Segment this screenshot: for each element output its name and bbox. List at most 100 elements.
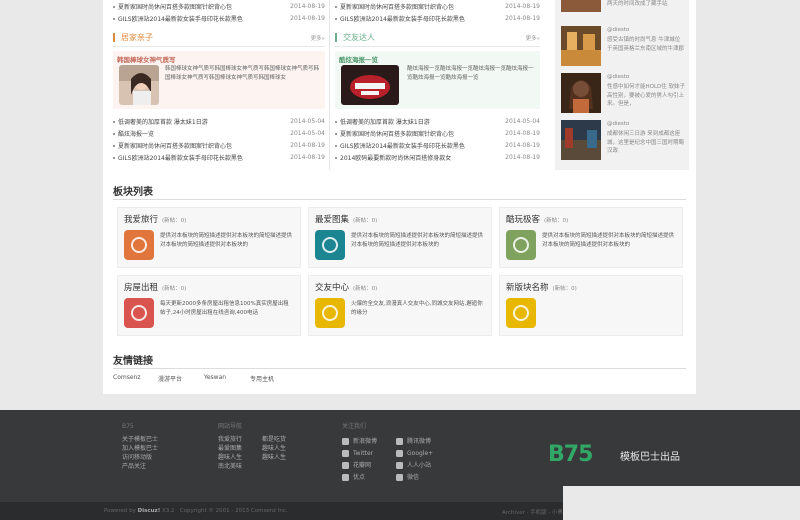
- list-item[interactable]: 2014欧码最要新款时尚休闲百搭修身款女 2014-08-19: [335, 151, 540, 163]
- post-thumbnail[interactable]: [561, 73, 601, 113]
- more-link[interactable]: 更多»: [526, 34, 540, 42]
- footer-link[interactable]: 南北美味: [218, 462, 248, 471]
- footer-link[interactable]: 关于模板巴士: [122, 435, 158, 444]
- list-item[interactable]: 夏新家国时尚休闲百搭多款图案针织背心包 2014-08-19: [113, 139, 325, 151]
- weibo-link[interactable]: 新浪微博: [342, 435, 394, 447]
- footer-link[interactable]: 最爱图集: [218, 444, 248, 453]
- more-link[interactable]: 更多»: [311, 34, 325, 42]
- post-thumbnail[interactable]: [561, 26, 601, 66]
- list-item[interactable]: 低调奢美的加厚首款 瀑太妹1日游 2014-05-04: [113, 115, 325, 127]
- board-card[interactable]: 新版块名称 (新帖：0): [499, 275, 683, 336]
- board-card[interactable]: 我爱旅行 (新帖：0) 提供对本板块的简短描述提供对本板块的简短描述提供对本板块的…: [117, 207, 301, 268]
- list-item[interactable]: 夏新家国时尚休闲百搭多款图案针织背心包 2014-08-19: [335, 127, 540, 139]
- weibo-icon: [342, 437, 349, 445]
- post-thumbnail[interactable]: [561, 120, 601, 160]
- board-card[interactable]: 交友中心 (新帖：0) 火爆的全交友,浪漫真人交友中心,同城交友网站,邂逅你的缘分: [308, 275, 492, 336]
- twitter-icon: [342, 449, 349, 457]
- twitter-link[interactable]: Twitter: [342, 447, 394, 459]
- featured-thumbnail[interactable]: [119, 65, 159, 105]
- board-name[interactable]: 最爱图集: [315, 215, 349, 225]
- heart-icon[interactable]: [315, 298, 345, 328]
- main-content: 夏新家国时尚休闲百搭多款图案针织背心包 2014-08-19 GILS欧洲站201…: [103, 0, 696, 394]
- list-item[interactable]: GILS欧洲站2014最新款女装手母印花长款黑色 2014-08-19: [335, 139, 540, 151]
- featured-title[interactable]: 韩国棒球女神气质写: [117, 54, 176, 64]
- list-item[interactable]: 夏新家国时尚休闲百搭多款图案针织背心包 2014-08-19: [335, 0, 540, 12]
- section-header: 居家亲子 更多»: [113, 29, 325, 47]
- renren-icon: [396, 461, 403, 469]
- friend-link[interactable]: 漫游平台: [158, 374, 204, 383]
- wechat-link[interactable]: 微信: [396, 471, 448, 483]
- footer-link[interactable]: 趣味人生: [262, 453, 286, 462]
- post-author[interactable]: @diesto: [607, 74, 629, 80]
- featured-post[interactable]: 韩国棒球女神气质写 韩国棒球女神气质写韩国棒球女神气质写韩国棒球女神气质写韩国棒…: [113, 51, 325, 109]
- board-name[interactable]: 酷玩极客: [506, 215, 540, 225]
- google-plus-link[interactable]: Google+: [396, 447, 448, 459]
- board-new-count: (新帖：0): [353, 218, 378, 224]
- post-thumbnail[interactable]: [561, 0, 601, 12]
- camera-icon[interactable]: [315, 230, 345, 260]
- board-name[interactable]: 我爱旅行: [124, 215, 158, 225]
- post-author[interactable]: @diesto: [607, 27, 629, 33]
- footer-link[interactable]: 访问移动版: [122, 453, 158, 462]
- featured-title[interactable]: 酷炫海报一览: [339, 54, 378, 64]
- section-news-list: 低调奢美的加厚首款 瀑太妹1日游 2014-05-04 夏新家国时尚休闲百搭多款图…: [335, 115, 540, 163]
- board-description: 火爆的全交友,浪漫真人交友中心,同城交友网站,邂逅你的缘分: [351, 301, 483, 316]
- board-card[interactable]: 房屋出租 (新帖：0) 每天更新2000多条房屋出租信息100%真实房屋出租帖子,…: [117, 275, 301, 336]
- gamepad-icon[interactable]: [506, 230, 536, 260]
- list-item[interactable]: 酷炫海报一览 2014-05-04: [113, 127, 325, 139]
- list-item[interactable]: GILS欧洲站2014最新款女装手母印花长款黑色 2014-08-19: [335, 12, 540, 24]
- post-author[interactable]: @diesto: [607, 121, 629, 127]
- huaban-link[interactable]: 花瓣网: [342, 459, 394, 471]
- friend-link[interactable]: 专用主机: [250, 374, 296, 383]
- sidebar-photo-feed: 两天的时间改成了藏手站 @diesto 感受古镇的时尚气息 牛津城位于英国英格兰…: [555, 0, 689, 170]
- footer-link[interactable]: 都是吃货: [262, 435, 286, 444]
- brand-tagline: 模板巴士出品: [620, 452, 680, 463]
- list-item[interactable]: GILS欧洲站2014最新款女装手母印花长款黑色 2014-08-19: [113, 12, 325, 24]
- discuz-link[interactable]: Discuz!: [138, 508, 161, 514]
- board-name[interactable]: 新版块名称: [506, 283, 549, 293]
- tencent-weibo-icon: [396, 437, 403, 445]
- board-name[interactable]: 房屋出租: [124, 283, 158, 293]
- footer-link[interactable]: 趣味人生: [262, 444, 286, 453]
- side-feed-item[interactable]: @diesto 性感中如何才能HOLD住 软妹子高性别，要被心爱的男人勾引上来。…: [555, 71, 689, 118]
- youdian-link[interactable]: 优点: [342, 471, 394, 483]
- friend-link[interactable]: Yeswan: [204, 374, 250, 383]
- board-description: 提供对本板块的简短描述提供对本板块的简短描述提供对本板块的简短描述提供对本板块的: [160, 233, 293, 248]
- list-item[interactable]: 低调奢美的加厚首款 瀑太妹1日游 2014-05-04: [335, 115, 540, 127]
- post-summary: 两天的时间改成了藏手站: [607, 1, 668, 7]
- board-new-count: (新帖：0): [162, 286, 187, 292]
- board-new-count: (新帖：0): [544, 218, 569, 224]
- footer-link[interactable]: 趣味人生: [218, 453, 248, 462]
- tencent-weibo-link[interactable]: 腾讯微博: [396, 435, 448, 447]
- footer-link[interactable]: 加入模板巴士: [122, 444, 158, 453]
- featured-post[interactable]: 酷炫海报一览 酷炫海报一览酷炫海报一览酷炫海报一览酷炫海报一览酷炫海报一览酷炫海…: [335, 51, 540, 109]
- huaban-icon: [342, 461, 349, 469]
- side-feed-item[interactable]: 两天的时间改成了藏手站: [555, 0, 689, 24]
- screenshot-crop-area: [563, 486, 800, 520]
- top-mid-news-list: 夏新家国时尚休闲百搭多款图案针织背心包 2014-08-19 GILS欧洲站201…: [335, 0, 540, 24]
- featured-thumbnail[interactable]: [341, 65, 399, 105]
- board-card[interactable]: 酷玩极客 (新帖：0) 提供对本板块的简短描述提供对本板块的简短描述提供对本板块的…: [499, 207, 683, 268]
- footer-heading: 网站导航: [218, 423, 243, 430]
- google-plus-icon: [396, 449, 403, 457]
- side-feed-item[interactable]: @diesto 成都休闲三日游 来到成都这座城，这里是纪念中国三国时期蜀汉政: [555, 118, 689, 165]
- friend-link[interactable]: Comsenz: [113, 374, 158, 383]
- footer-about: B75 关于模板巴士 加入模板巴士 访问移动版 产品关注: [122, 422, 158, 471]
- post-summary: 性感中如何才能HOLD住 软妹子高性别，要被心爱的男人勾引上来。但是，: [607, 84, 686, 107]
- footer-link[interactable]: 产品关注: [122, 462, 158, 471]
- board-description: 提供对本板块的简短描述提供对本板块的简短描述提供对本板块的简短描述提供对本板块的: [542, 233, 675, 248]
- list-item[interactable]: GILS欧洲站2014最新款女装手母印花长款黑色 2014-08-19: [113, 151, 325, 163]
- renren-link[interactable]: 人人小站: [396, 459, 448, 471]
- person-icon[interactable]: [506, 298, 536, 328]
- section-title[interactable]: 居家亲子: [113, 33, 153, 42]
- house-icon[interactable]: [124, 298, 154, 328]
- footer-link[interactable]: 我爱旅行: [218, 435, 248, 444]
- board-description: 每天更新2000多条房屋出租信息100%真实房屋出租帖子,24小时房屋出租在线咨…: [160, 301, 289, 316]
- board-name[interactable]: 交友中心: [315, 283, 349, 293]
- side-feed-item[interactable]: @diesto 感受古镇的时尚气息 牛津城位于英国英格兰东南区域的牛津郡: [555, 24, 689, 71]
- section-title[interactable]: 交友达人: [335, 33, 375, 42]
- brand-logo[interactable]: B75 模板巴士出品: [548, 440, 688, 472]
- list-item[interactable]: 夏新家国时尚休闲百搭多款图案针织背心包 2014-08-19: [113, 0, 325, 12]
- suitcase-icon[interactable]: [124, 230, 154, 260]
- board-card[interactable]: 最爱图集 (新帖：0) 提供对本板块的简短描述提供对本板块的简短描述提供对本板块的…: [308, 207, 492, 268]
